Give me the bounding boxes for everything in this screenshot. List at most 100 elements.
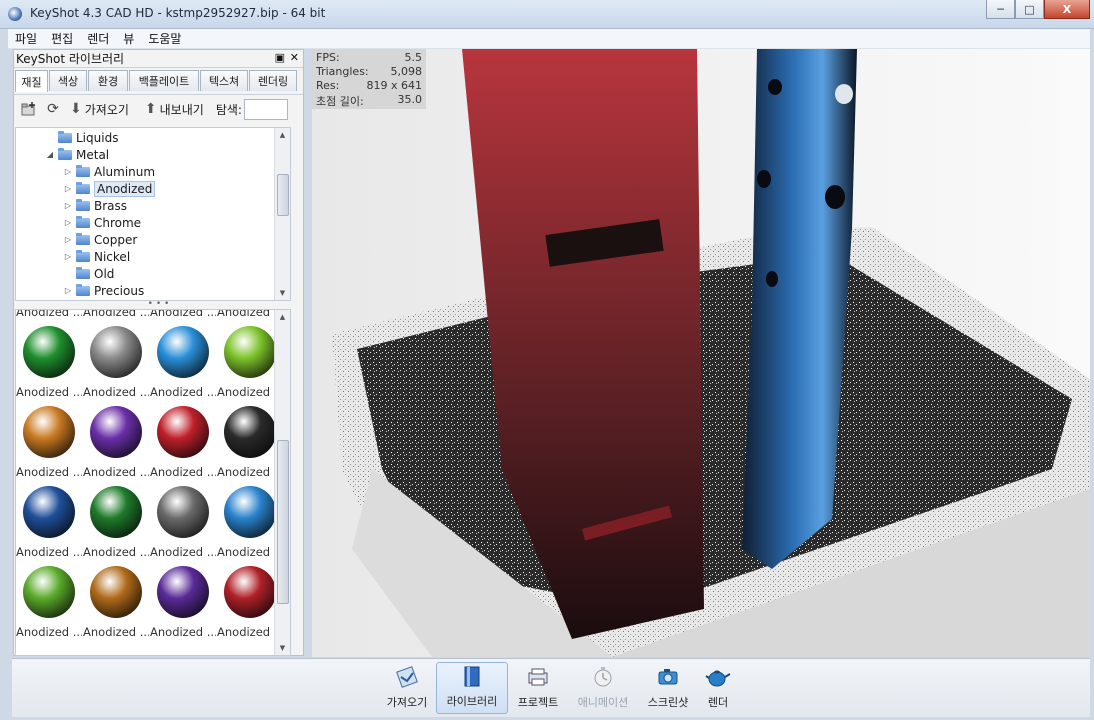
menu-file[interactable]: 파일 — [8, 30, 44, 47]
project-icon — [524, 664, 552, 690]
import-icon — [393, 664, 421, 690]
tree-expander[interactable]: ◢ — [44, 150, 56, 159]
render-viewport[interactable]: FPS: 5.5 Triangles: 5,098 Res: 819 x 641 초점… — [312, 49, 1090, 657]
scroll-thumb[interactable] — [277, 440, 289, 604]
screenshot-toolbar-button[interactable]: 스크린샷 — [642, 662, 694, 714]
panel-close-icon[interactable]: ✕ — [290, 51, 299, 64]
material-swatch-label: Anodized ... — [16, 309, 82, 319]
refresh-icon[interactable]: ⟳ — [44, 100, 62, 118]
tree-expander[interactable]: ▷ — [62, 252, 74, 261]
material-swatch-sphere[interactable] — [23, 326, 75, 378]
library-panel-title: KeyShot 라이브러리 — [16, 52, 125, 66]
tab-materials[interactable]: 재질 — [15, 70, 48, 92]
tree-item-anodized[interactable]: ▷ Anodized — [16, 180, 290, 197]
tree-item-nickel[interactable]: ▷ Nickel — [16, 248, 290, 265]
material-swatch-sphere[interactable] — [90, 486, 142, 538]
stat-focal-length: 초점 길이: 35.0 — [316, 93, 422, 108]
tree-item-label: Liquids — [76, 130, 119, 145]
scroll-up-icon[interactable]: ▲ — [275, 128, 290, 142]
tree-item-label: Brass — [94, 198, 128, 213]
tab-colors[interactable]: 색상 — [49, 70, 87, 91]
menu-edit[interactable]: 편집 — [44, 30, 80, 47]
material-swatch-grid: Anodized ... Anodized ... Anodized ... Anod… — [15, 309, 291, 656]
tab-renderings[interactable]: 렌더링 — [249, 70, 297, 91]
tree-item-liquids[interactable]: Liquids — [16, 129, 290, 146]
tree-scrollbar[interactable]: ▲ ▼ — [274, 128, 290, 300]
pin-icon[interactable]: ▣ — [275, 51, 285, 64]
library-icon — [458, 663, 486, 689]
scroll-up-icon[interactable]: ▲ — [275, 310, 290, 324]
material-swatch-sphere[interactable] — [90, 566, 142, 618]
tree-item-aluminum[interactable]: ▷ Aluminum — [16, 163, 290, 180]
tab-environments[interactable]: 환경 — [88, 70, 128, 91]
scroll-down-icon[interactable]: ▼ — [275, 286, 290, 300]
maximize-button[interactable]: □ — [1015, 0, 1044, 19]
import-button[interactable]: ⬇ 가져오기 — [70, 101, 129, 118]
material-swatch-sphere[interactable] — [157, 566, 209, 618]
material-tree: Liquids ◢ Metal ▷ Aluminum ▷ Anodized ▷ … — [15, 127, 291, 301]
scroll-down-icon[interactable]: ▼ — [275, 641, 290, 655]
rendered-scene — [312, 49, 1090, 657]
folder-icon — [58, 147, 72, 160]
tree-expander[interactable]: ▷ — [62, 201, 74, 210]
folder-icon — [76, 215, 90, 228]
material-swatch-sphere[interactable] — [23, 566, 75, 618]
folder-icon — [76, 283, 90, 296]
material-swatch-sphere[interactable] — [90, 406, 142, 458]
stat-key: FPS: — [316, 51, 340, 64]
material-swatch-sphere[interactable] — [224, 406, 276, 458]
close-button[interactable]: X — [1044, 0, 1090, 19]
toolbar-label: 프로젝트 — [517, 696, 559, 709]
material-swatch-sphere[interactable] — [224, 566, 276, 618]
tab-textures[interactable]: 텍스쳐 — [200, 70, 248, 91]
tree-item-brass[interactable]: ▷ Brass — [16, 197, 290, 214]
tab-backplates[interactable]: 백플레이트 — [129, 70, 199, 91]
tree-expander[interactable]: ▷ — [62, 235, 74, 244]
minimize-button[interactable]: ─ — [986, 0, 1015, 19]
material-swatch-sphere[interactable] — [157, 486, 209, 538]
render-icon — [704, 664, 732, 690]
project-toolbar-button[interactable]: 프로젝트 — [512, 662, 564, 714]
swatch-scrollbar[interactable]: ▲ ▼ — [274, 310, 290, 655]
import-toolbar-button[interactable]: 가져오기 — [382, 662, 432, 714]
library-panel: KeyShot 라이브러리 ▣ ✕ 재질 색상 환경 백플레이트 텍스쳐 렌더링… — [13, 49, 304, 656]
tree-item-precious[interactable]: ▷ Precious — [16, 282, 290, 299]
toolbar-label: 렌더 — [707, 696, 729, 709]
menu-render[interactable]: 렌더 — [80, 30, 116, 47]
menu-view[interactable]: 뷰 — [116, 30, 141, 47]
tree-expander[interactable]: ▷ — [62, 167, 74, 176]
tree-item-chrome[interactable]: ▷ Chrome — [16, 214, 290, 231]
library-panel-header: KeyShot 라이브러리 ▣ ✕ — [14, 50, 303, 68]
tree-item-copper[interactable]: ▷ Copper — [16, 231, 290, 248]
panel-splitter-handle[interactable]: • • • — [14, 300, 303, 309]
material-swatch-sphere[interactable] — [157, 406, 209, 458]
material-swatch-label: Anodized ... — [83, 385, 149, 399]
material-swatch-label: Anodized ... — [150, 309, 216, 319]
tree-expander[interactable]: ▷ — [62, 218, 74, 227]
render-toolbar-button[interactable]: 렌더 — [698, 662, 738, 714]
tree-expander[interactable]: ▷ — [62, 184, 74, 193]
export-label: 내보내기 — [159, 102, 204, 117]
export-button[interactable]: ⬆ 내보내기 — [145, 101, 204, 118]
tree-item-old[interactable]: Old — [16, 265, 290, 282]
search-input[interactable] — [243, 98, 288, 120]
window-controls: ─ □ X — [986, 0, 1090, 20]
tree-item-metal[interactable]: ◢ Metal — [16, 146, 290, 163]
material-swatch-sphere[interactable] — [23, 486, 75, 538]
tree-expander[interactable]: ▷ — [62, 286, 74, 295]
menu-help[interactable]: 도움말 — [141, 30, 188, 47]
material-swatch-sphere[interactable] — [90, 326, 142, 378]
material-swatch-sphere[interactable] — [224, 486, 276, 538]
material-swatch-label: Anodized ... — [83, 625, 149, 639]
material-swatch-label: Anodized ... — [16, 545, 82, 559]
material-swatch-sphere[interactable] — [23, 406, 75, 458]
library-toolbar-button[interactable]: 라이브러리 — [436, 662, 508, 714]
material-swatch-sphere[interactable] — [224, 326, 276, 378]
scroll-thumb[interactable] — [277, 174, 289, 216]
add-folder-icon[interactable] — [20, 100, 38, 118]
material-swatch-sphere[interactable] — [157, 326, 209, 378]
toolbar-label: 라이브러리 — [446, 695, 498, 708]
animation-icon — [589, 664, 617, 690]
bottom-toolbar: 가져오기 라이브러리 프로젝트 애니메이션 스크린샷 렌더 — [12, 658, 1090, 717]
animation-toolbar-button[interactable]: 애니메이션 — [570, 662, 636, 714]
